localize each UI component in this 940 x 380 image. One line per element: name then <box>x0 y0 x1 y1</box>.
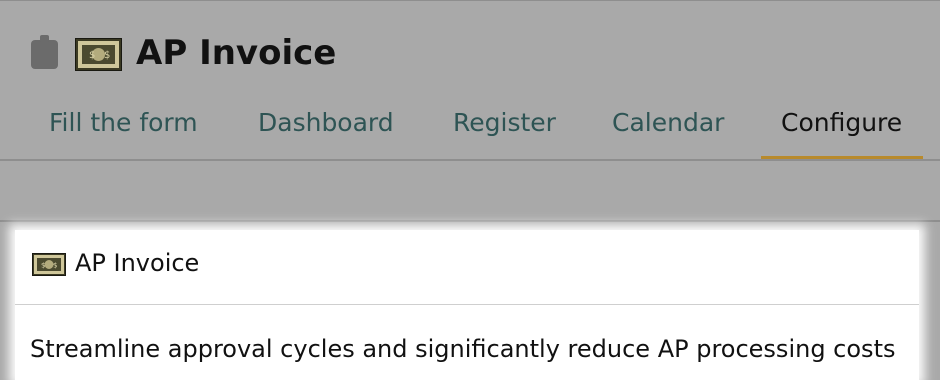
card-divider <box>15 304 919 305</box>
tab-dashboard[interactable]: Dashboard <box>258 104 394 142</box>
svg-text:$: $ <box>104 50 110 61</box>
money-icon: $ $ <box>32 253 66 276</box>
card-description: Streamline approval cycles and significa… <box>30 335 896 363</box>
tab-configure[interactable]: Configure <box>781 104 902 142</box>
app-header: $ $ AP Invoice Fill the form Dashboard R… <box>0 0 940 160</box>
card-header: $ $ AP Invoice <box>15 230 919 304</box>
tab-bar-divider <box>0 159 940 161</box>
tab-register[interactable]: Register <box>453 104 556 142</box>
svg-text:$: $ <box>89 50 95 61</box>
app-title: AP Invoice <box>136 33 337 73</box>
money-icon: $ $ <box>75 38 122 71</box>
app-info-card: $ $ AP Invoice Streamline approval cycle… <box>15 230 919 380</box>
clipboard-icon[interactable] <box>31 35 58 69</box>
svg-text:$: $ <box>53 262 57 270</box>
tab-fill-the-form[interactable]: Fill the form <box>49 104 198 142</box>
svg-text:$: $ <box>41 262 45 270</box>
tab-calendar[interactable]: Calendar <box>612 104 724 142</box>
card-title: AP Invoice <box>75 249 200 277</box>
toolbar-divider <box>0 220 940 222</box>
tab-bar: Fill the form Dashboard Register Calenda… <box>0 100 940 160</box>
